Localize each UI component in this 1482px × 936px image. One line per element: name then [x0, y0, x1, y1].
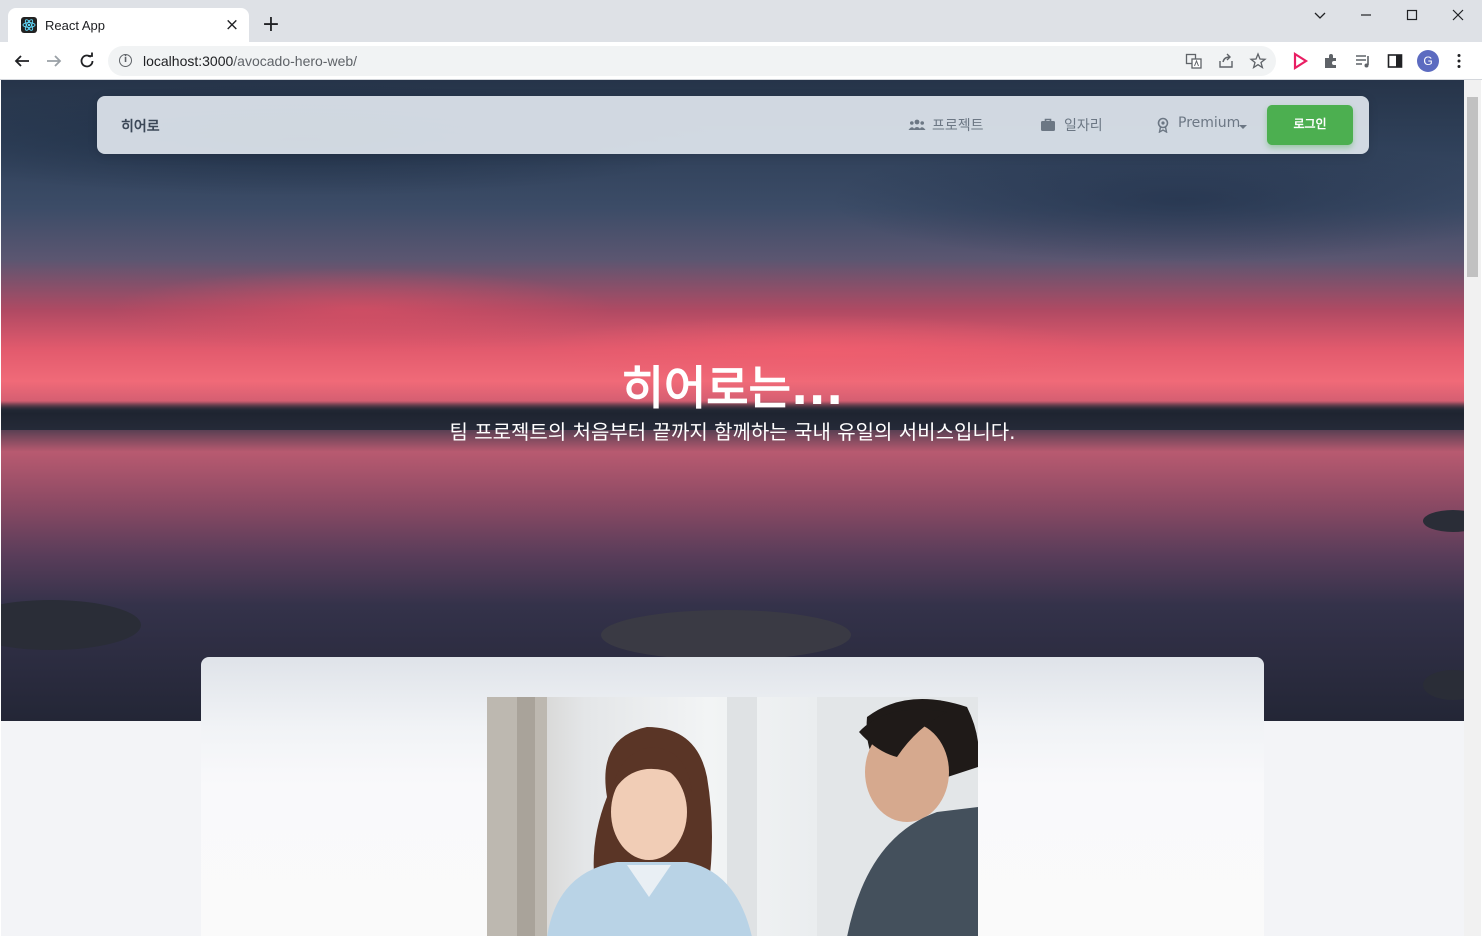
nav-item-premium-dropdown[interactable]: Premium [1155, 115, 1255, 135]
url-text: localhost:3000/avocado-hero-web/ [143, 53, 357, 69]
site-info-icon[interactable]: i [119, 54, 132, 67]
react-favicon-icon [21, 17, 37, 33]
page-scrollbar[interactable] [1464, 80, 1481, 936]
bookmark-star-icon[interactable] [1249, 52, 1267, 70]
nav-item-label: 프로젝트 [932, 118, 984, 134]
hero-section: 히어로는... 팀 프로젝트의 처음부터 끝까지 함께하는 국내 유일의 서비스… [1, 80, 1464, 721]
browser-toolbar: i localhost:3000/avocado-hero-web/ [0, 42, 1482, 80]
share-icon[interactable] [1217, 52, 1235, 70]
nav-item-label: 일자리 [1064, 118, 1103, 134]
url-path: /avocado-hero-web/ [233, 53, 358, 69]
arrow-right-icon [47, 55, 62, 67]
team-meeting-photo [487, 697, 978, 936]
tab-strip: React App × + [0, 0, 1482, 42]
hero-rock [1423, 510, 1464, 532]
content-card [201, 657, 1264, 936]
close-window-button[interactable] [1435, 0, 1481, 32]
hero-rock [1423, 670, 1464, 700]
browser-window: React App × + i localhost:3000/avocado-h… [0, 0, 1482, 936]
badge-icon [1157, 117, 1169, 133]
nav-item-jobs[interactable]: 일자리 [1040, 115, 1120, 135]
translate-icon[interactable] [1185, 52, 1203, 70]
minimize-icon [1361, 14, 1371, 16]
people-icon [908, 119, 926, 130]
scrollbar-thumb[interactable] [1467, 97, 1478, 277]
maximize-icon [1406, 9, 1418, 21]
back-button[interactable] [9, 48, 35, 74]
minimize-button[interactable] [1343, 0, 1389, 32]
tab-title: React App [45, 18, 105, 33]
extension-play-icon[interactable] [1287, 48, 1313, 74]
media-queue-icon[interactable] [1350, 48, 1376, 74]
address-bar[interactable]: i localhost:3000/avocado-hero-web/ [108, 46, 1276, 76]
tab-search-button[interactable] [1297, 0, 1343, 32]
forward-button[interactable] [41, 48, 67, 74]
hero-subtitle: 팀 프로젝트의 처음부터 끝까지 함께하는 국내 유일의 서비스입니다. [449, 420, 1016, 444]
tab-close-icon[interactable]: × [224, 17, 240, 34]
nav-item-label: Premium [1178, 115, 1241, 131]
login-button[interactable]: 로그인 [1267, 105, 1353, 145]
reload-icon [80, 52, 94, 68]
url-host: localhost:3000 [143, 53, 234, 69]
new-tab-button[interactable]: + [259, 13, 283, 37]
profile-avatar[interactable]: G [1417, 50, 1439, 72]
extensions-puzzle-icon[interactable] [1318, 48, 1344, 74]
arrow-left-icon [14, 55, 29, 67]
side-panel-icon[interactable] [1382, 48, 1408, 74]
briefcase-icon [1041, 118, 1055, 131]
brand-logo[interactable]: 히어로 [121, 116, 160, 136]
browser-tab[interactable]: React App × [8, 8, 249, 42]
nav-item-projects[interactable]: 프로젝트 [908, 115, 998, 135]
site-navbar: 히어로 프로젝트 일자리 Premium 로그인 [97, 96, 1369, 154]
chevron-down-icon [1314, 12, 1326, 19]
hero-rock [1, 600, 141, 650]
close-icon [1452, 9, 1464, 21]
hero-title: 히어로는... [621, 361, 844, 415]
maximize-button[interactable] [1389, 0, 1435, 32]
menu-kebab-icon[interactable] [1446, 48, 1472, 74]
hero-rock [601, 610, 851, 660]
page-viewport: 히어로는... 팀 프로젝트의 처음부터 끝까지 함께하는 국내 유일의 서비스… [1, 80, 1464, 936]
caret-down-icon [1239, 125, 1247, 129]
reload-button[interactable] [74, 48, 100, 74]
